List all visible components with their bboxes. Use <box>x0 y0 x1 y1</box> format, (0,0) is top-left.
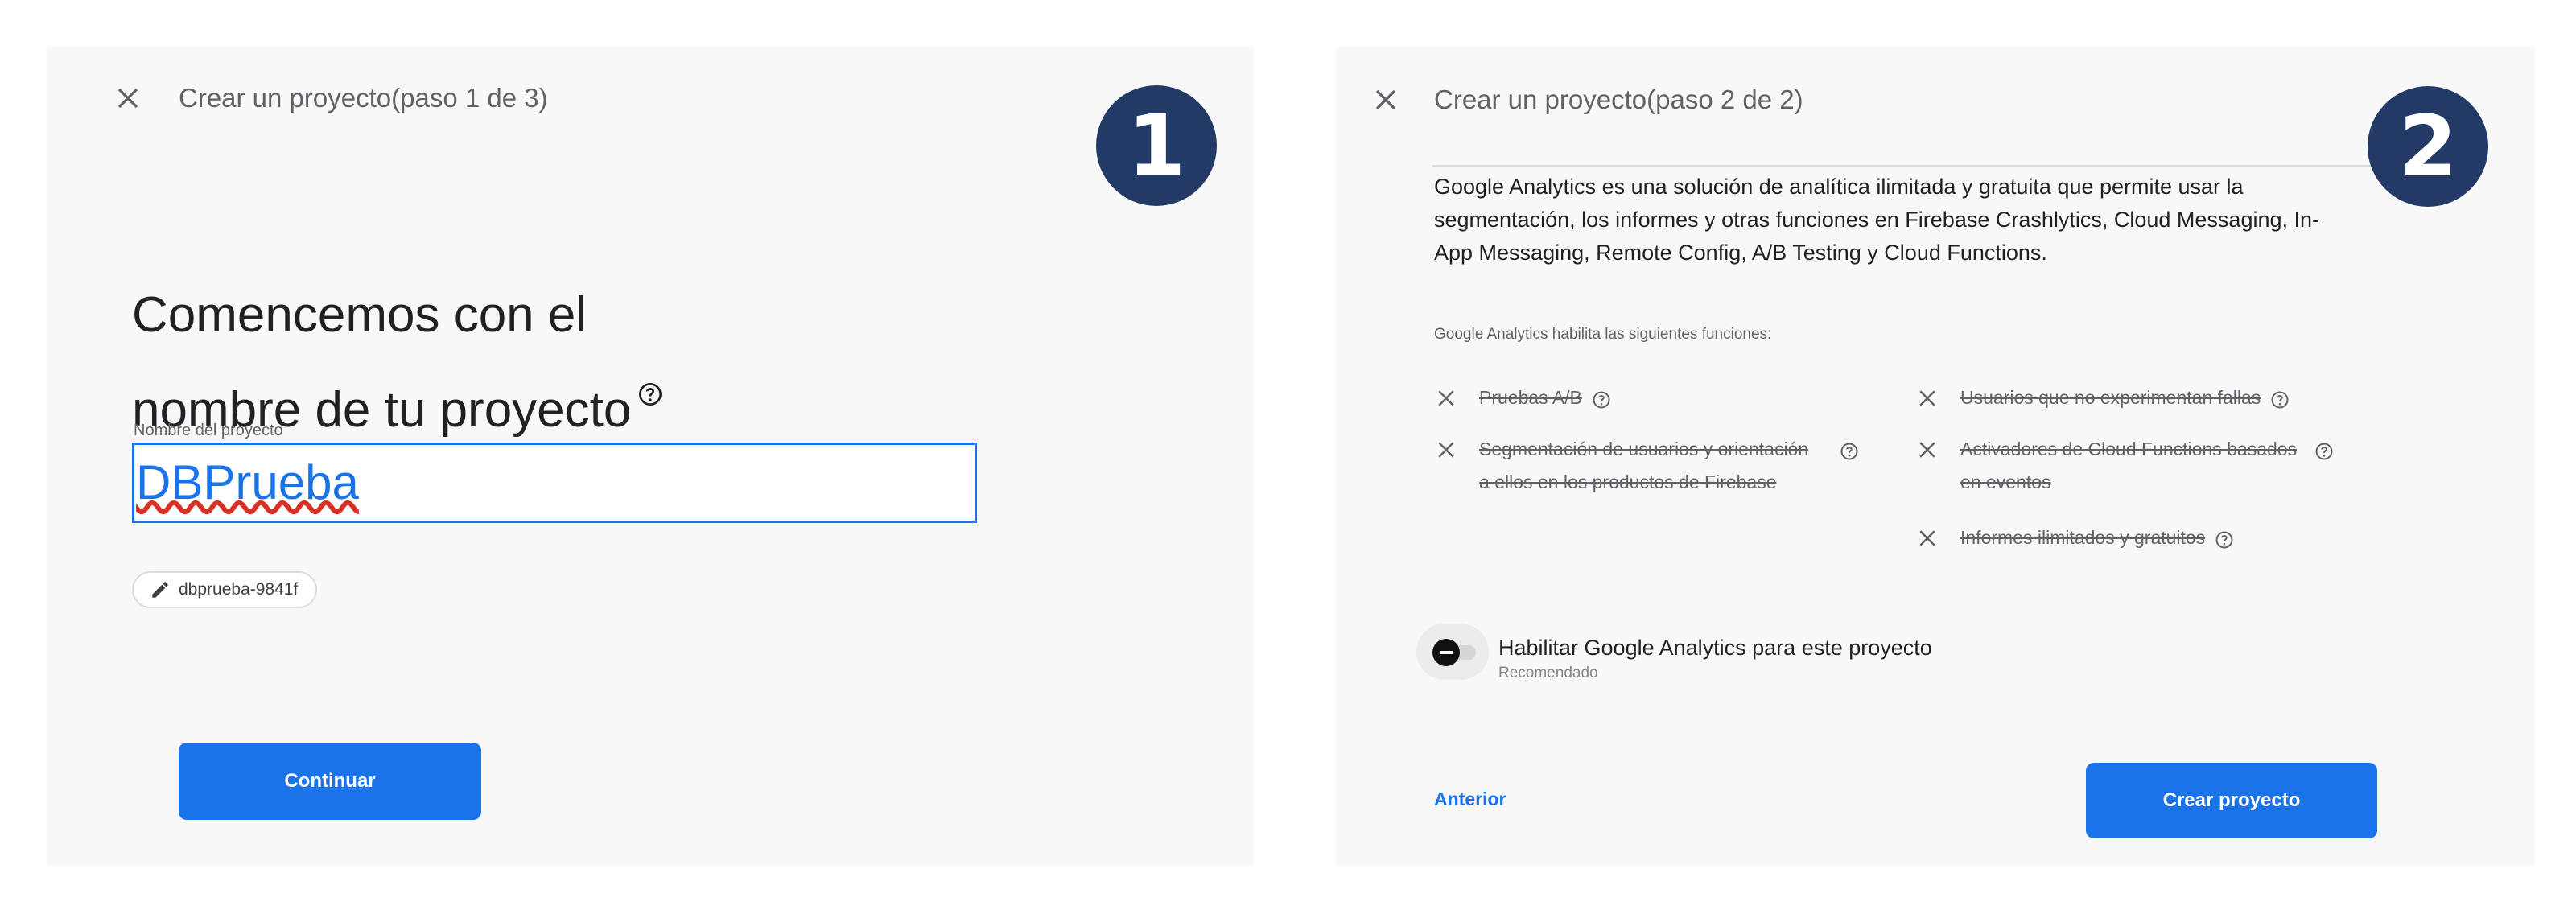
help-icon[interactable] <box>2215 530 2234 550</box>
step1-title: Crear un proyecto(paso 1 de 3) <box>179 83 548 113</box>
project-name-value: DBPrueba <box>136 455 359 509</box>
analytics-description: Google Analytics es una solución de anal… <box>1434 175 2319 265</box>
header-divider <box>1432 165 2374 167</box>
close-icon[interactable] <box>110 80 146 116</box>
features-label: Google Analytics habilita las siguientes… <box>1434 326 1772 343</box>
feature-cloud-functions-triggers: Activadores de Cloud Functions basados e… <box>1915 436 2334 499</box>
step2-badge: 2 <box>2368 86 2488 207</box>
feature-label: Informes ilimitados y gratuitos <box>1960 527 2206 548</box>
page-title-line1: Comencemos con el <box>132 287 587 343</box>
feature-label: Usuarios que no experimentan fallas <box>1960 387 2261 408</box>
feature-unlimited-reports: Informes ilimitados y gratuitos <box>1915 525 2234 554</box>
feature-label: Pruebas A/B <box>1479 387 1582 408</box>
create-project-button[interactable]: Crear proyecto <box>2086 763 2377 838</box>
help-icon[interactable] <box>637 362 663 406</box>
analytics-toggle-subtitle: Recomendado <box>1498 665 1598 681</box>
back-button[interactable]: Anterior <box>1434 789 1506 810</box>
project-id-chip[interactable]: dbprueba-9841f <box>132 571 318 608</box>
disabled-x-icon <box>1434 438 1458 462</box>
continue-button[interactable]: Continuar <box>179 743 481 820</box>
disabled-x-icon <box>1915 526 1939 550</box>
edit-pencil-icon <box>152 582 168 598</box>
step1-badge: 1 <box>1096 85 1217 206</box>
help-icon[interactable] <box>2314 442 2334 461</box>
close-icon[interactable] <box>1368 82 1403 117</box>
feature-label: Segmentación de usuarios y orientación a… <box>1479 439 1809 492</box>
step2-title: Crear un proyecto(paso 2 de 2) <box>1434 84 1803 114</box>
feature-segmentation: Segmentación de usuarios y orientación a… <box>1434 436 1859 499</box>
project-name-label: Nombre del proyecto <box>134 422 283 439</box>
help-icon[interactable] <box>2270 390 2290 410</box>
toggle-knob-off-icon <box>1432 639 1460 666</box>
help-icon[interactable] <box>1840 442 1859 461</box>
feature-label: Activadores de Cloud Functions basados e… <box>1960 439 2298 492</box>
disabled-x-icon <box>1915 438 1939 462</box>
feature-ab-testing: Pruebas A/B <box>1434 385 1611 414</box>
project-name-input[interactable]: DBPrueba <box>132 443 977 523</box>
analytics-toggle[interactable] <box>1416 624 1489 680</box>
help-icon[interactable] <box>1592 390 1611 410</box>
disabled-x-icon <box>1915 386 1939 410</box>
project-id-text: dbprueba-9841f <box>179 580 299 599</box>
feature-crash-free-users: Usuarios que no experimentan fallas <box>1915 385 2290 414</box>
analytics-toggle-label: Habilitar Google Analytics para este pro… <box>1498 636 1932 660</box>
disabled-x-icon <box>1434 386 1458 410</box>
